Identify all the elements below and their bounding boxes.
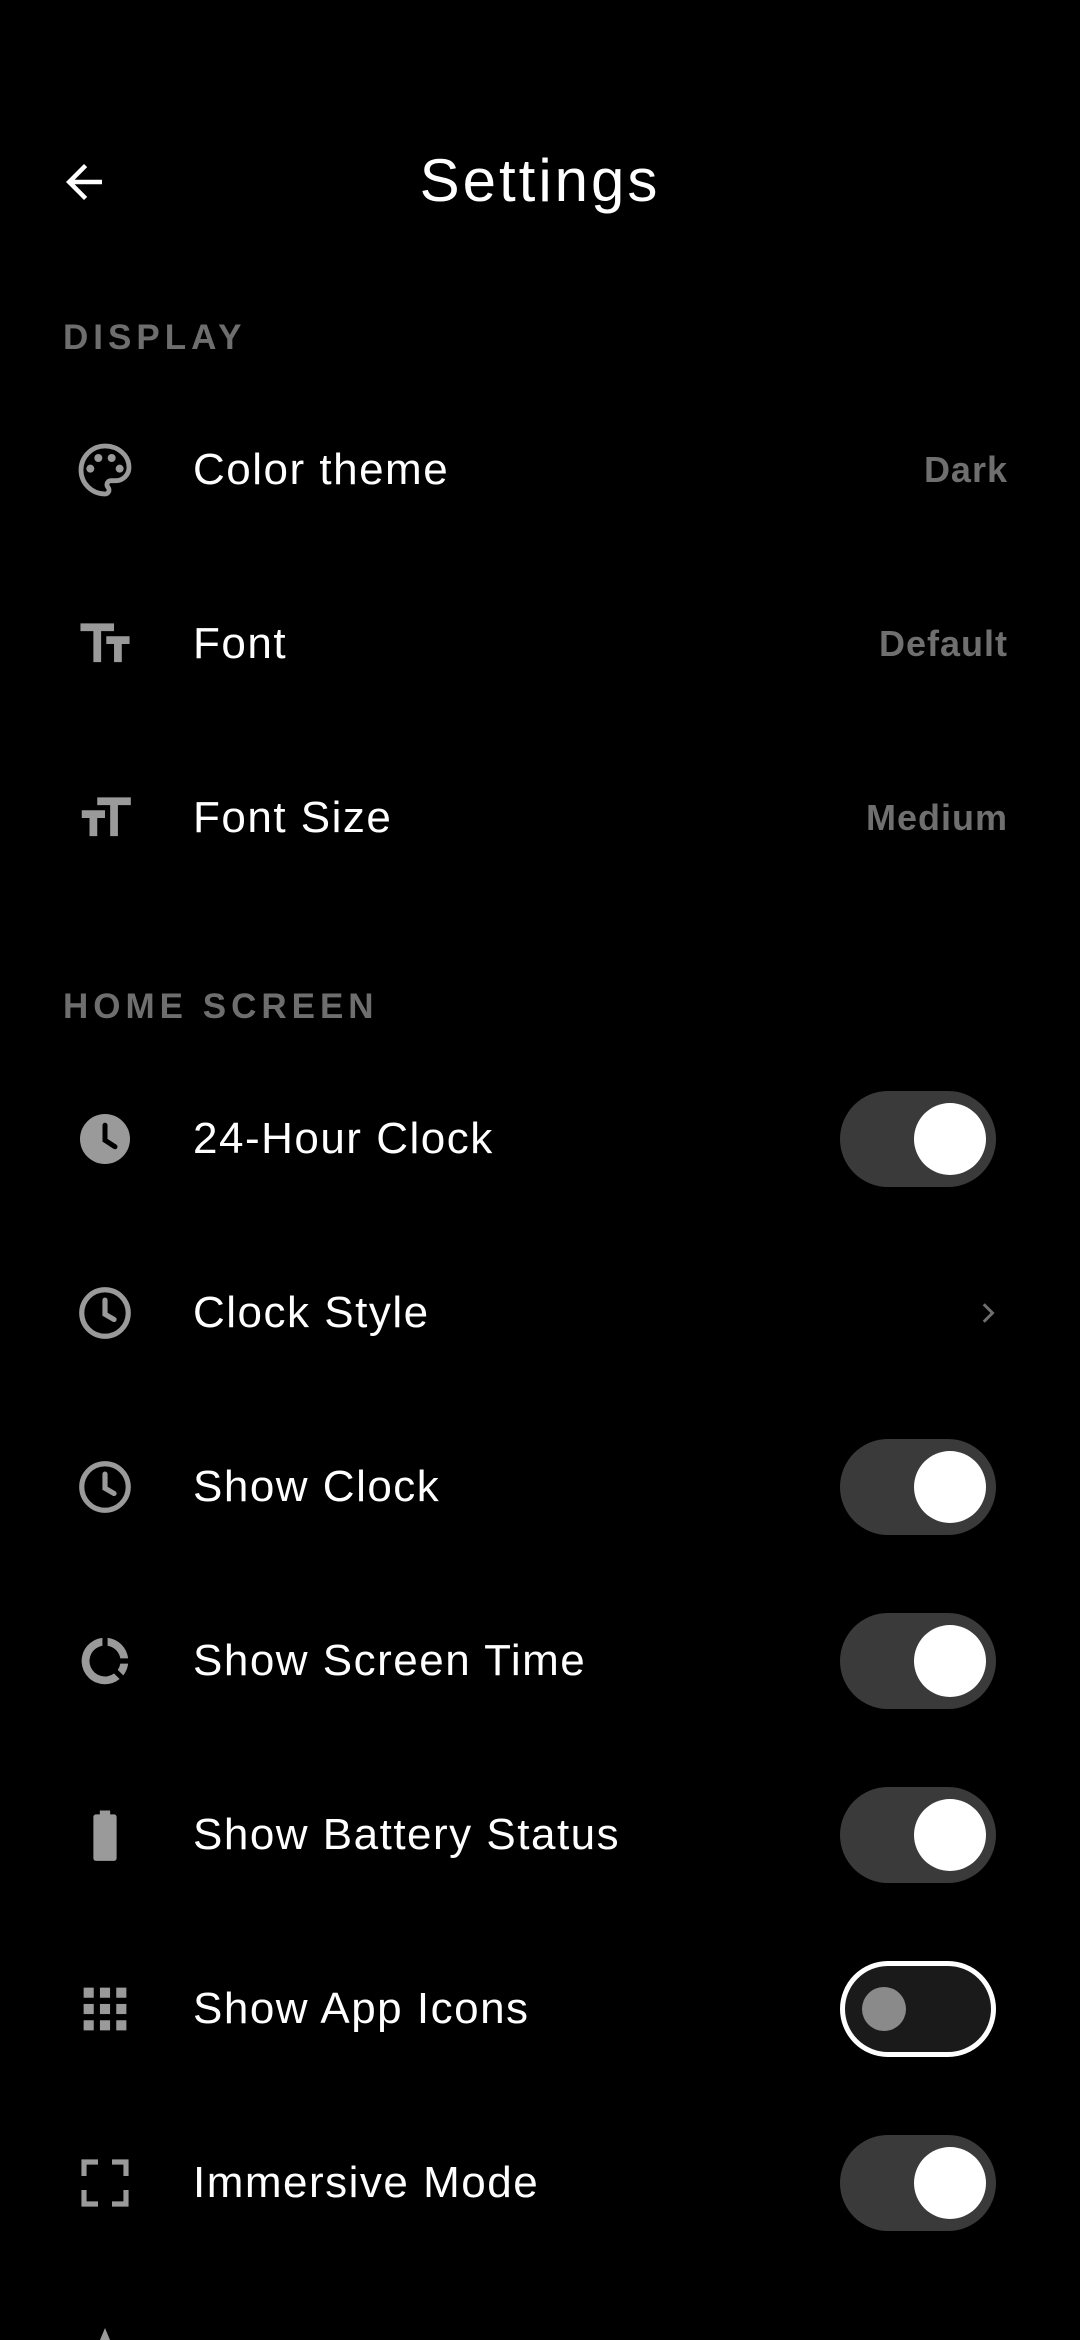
fullscreen-icon xyxy=(70,2148,140,2218)
setting-label: Clock Style xyxy=(193,1288,430,1337)
clock-filled-icon xyxy=(70,1104,140,1174)
clock-outline-icon xyxy=(70,1452,140,1522)
toggle-switch[interactable] xyxy=(840,1439,996,1535)
setting-value: Default xyxy=(878,623,1008,664)
setting-label: Show Clock xyxy=(193,1462,441,1511)
setting-row-show-app-icons[interactable]: Show App Icons xyxy=(0,1922,1080,2096)
toggle-switch[interactable] xyxy=(840,1961,996,2057)
battery-icon xyxy=(70,1800,140,1870)
clock-outline-icon xyxy=(70,1278,140,1348)
setting-row-immersive-mode[interactable]: Immersive Mode xyxy=(0,2096,1080,2270)
toggle-knob xyxy=(914,2147,986,2219)
toggle-switch[interactable] xyxy=(840,1787,996,1883)
setting-row-show-clock[interactable]: Show Clock xyxy=(0,1400,1080,1574)
donut-icon xyxy=(70,1626,140,1696)
setting-label: Show Screen Time xyxy=(193,1636,587,1685)
text-fields-icon xyxy=(70,609,140,679)
setting-row-show-battery-status[interactable]: Show Battery Status xyxy=(0,1748,1080,1922)
setting-label: Font xyxy=(193,619,288,668)
setting-value: Medium xyxy=(865,797,1008,838)
setting-row-color-theme[interactable]: Color theme Dark xyxy=(0,383,1080,557)
section-header-display: DISPLAY xyxy=(63,318,247,357)
toggle-knob xyxy=(862,1987,906,2031)
setting-row-font[interactable]: Font Default xyxy=(0,557,1080,731)
format-size-icon xyxy=(70,783,140,853)
toggle-knob xyxy=(914,1799,986,1871)
apps-grid-icon xyxy=(70,1974,140,2044)
chevron-right-icon xyxy=(968,1293,1008,1333)
setting-row-show-screen-time[interactable]: Show Screen Time xyxy=(0,1574,1080,1748)
setting-row-24-hour-clock[interactable]: 24-Hour Clock xyxy=(0,1052,1080,1226)
toggle-knob xyxy=(914,1625,986,1697)
setting-row-font-size[interactable]: Font Size Medium xyxy=(0,731,1080,905)
section-header-home-screen: HOME SCREEN xyxy=(63,987,379,1026)
toggle-switch[interactable] xyxy=(840,1613,996,1709)
top-app-bar: Settings xyxy=(0,120,1080,244)
toggle-switch[interactable] xyxy=(840,2135,996,2231)
setting-label: Show App Icons xyxy=(193,1984,530,2033)
toggle-knob xyxy=(914,1103,986,1175)
toggle-switch[interactable] xyxy=(840,1091,996,1187)
page-title: Settings xyxy=(419,147,661,214)
setting-label: Font Size xyxy=(193,793,393,842)
settings-screen: Settings DISPLAY Color theme Dark Font D… xyxy=(0,0,1080,2340)
palette-icon xyxy=(70,435,140,505)
toggle-knob xyxy=(914,1451,986,1523)
setting-label: Show Battery Status xyxy=(193,1810,621,1859)
setting-row-clock-style[interactable]: Clock Style xyxy=(0,1226,1080,1400)
partial-row-icon xyxy=(70,2320,140,2340)
setting-value: Dark xyxy=(923,449,1008,490)
setting-label: 24-Hour Clock xyxy=(193,1114,494,1163)
setting-label: Color theme xyxy=(193,445,450,494)
setting-label: Immersive Mode xyxy=(193,2158,540,2207)
